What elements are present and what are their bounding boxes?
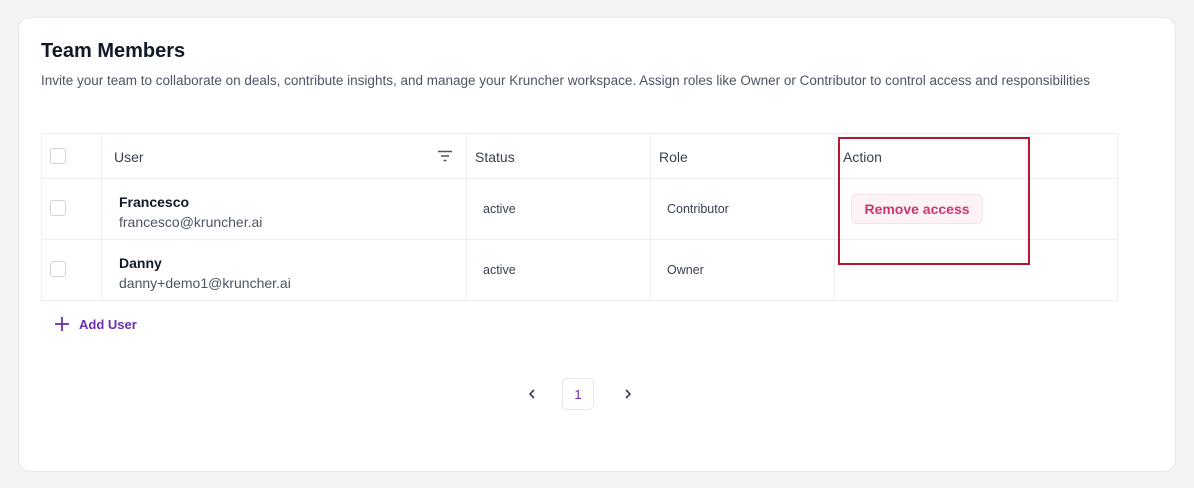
plus-icon bbox=[55, 317, 69, 331]
add-user-label: Add User bbox=[79, 316, 137, 332]
role-cell: Owner bbox=[651, 240, 835, 301]
role-cell: Contributor bbox=[651, 179, 835, 239]
table-header-row: User Status Role Action bbox=[42, 134, 1117, 179]
status-cell: active bbox=[467, 240, 651, 301]
role-column-label: Role bbox=[659, 149, 688, 165]
user-cell: Francesco francesco@kruncher.ai bbox=[102, 179, 467, 239]
status-value: active bbox=[483, 202, 516, 216]
select-all-checkbox[interactable] bbox=[50, 148, 66, 164]
user-column-header: User bbox=[102, 134, 467, 178]
user-cell: Danny danny+demo1@kruncher.ai bbox=[102, 240, 467, 301]
table-row: Francesco francesco@kruncher.ai active C… bbox=[42, 179, 1117, 240]
action-column-label: Action bbox=[843, 149, 882, 165]
role-value: Contributor bbox=[667, 202, 729, 216]
page-title: Team Members bbox=[41, 40, 186, 62]
status-value: active bbox=[483, 263, 516, 277]
action-cell: Remove access bbox=[835, 179, 1118, 239]
select-all-cell bbox=[42, 134, 102, 178]
action-column-header: Action bbox=[835, 134, 1118, 178]
add-user-button[interactable]: Add User bbox=[55, 314, 137, 334]
status-column-header: Status bbox=[467, 134, 651, 178]
row-select-cell bbox=[42, 179, 102, 239]
user-name: Danny bbox=[119, 255, 162, 271]
user-email: francesco@kruncher.ai bbox=[119, 214, 263, 230]
role-column-header: Role bbox=[651, 134, 835, 178]
filter-icon[interactable] bbox=[438, 150, 452, 162]
row-checkbox[interactable] bbox=[50, 261, 66, 277]
chevron-right-icon[interactable] bbox=[620, 386, 636, 402]
user-name: Francesco bbox=[119, 194, 190, 210]
row-checkbox[interactable] bbox=[50, 200, 66, 216]
remove-access-button[interactable]: Remove access bbox=[851, 194, 983, 224]
table-row: Danny danny+demo1@kruncher.ai active Own… bbox=[42, 240, 1117, 301]
status-cell: active bbox=[467, 179, 651, 239]
user-column-label: User bbox=[114, 149, 144, 165]
status-column-label: Status bbox=[475, 149, 515, 165]
page-button-current[interactable]: 1 bbox=[562, 378, 594, 410]
row-select-cell bbox=[42, 240, 102, 301]
chevron-left-icon[interactable] bbox=[524, 386, 540, 402]
user-email: danny+demo1@kruncher.ai bbox=[119, 275, 291, 291]
action-cell bbox=[835, 240, 1118, 301]
role-value: Owner bbox=[667, 263, 704, 277]
section-description: Invite your team to collaborate on deals… bbox=[41, 73, 1091, 88]
team-members-table: User Status Role Action Francesco france… bbox=[41, 133, 1118, 301]
